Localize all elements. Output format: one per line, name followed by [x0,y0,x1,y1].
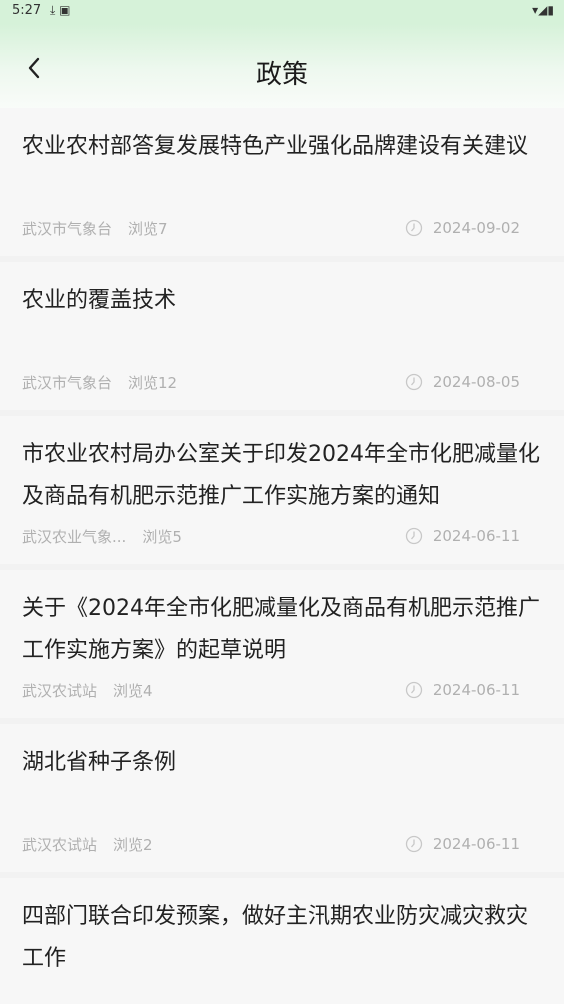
item-meta: 武汉市气象台 浏览12 2024-08-05 [22,364,542,410]
item-views: 浏览2 [113,835,153,854]
item-date: 2024-06-11 [432,835,520,853]
item-title: 市农业农村局办公室关于印发2024年全市化肥减量化及商品有机肥示范推广工作实施方… [22,442,540,509]
item-source: 武汉市气象台 [22,373,113,392]
list-item[interactable]: 湖北省种子条例 武汉农试站 浏览2 2024-06-11 [0,718,564,872]
app-bar: 政策 [0,24,564,108]
download-notification-icon: ⤓ ▣ [50,3,71,17]
item-source: 武汉农试站 [22,681,98,700]
item-views: 浏览4 [113,681,153,700]
list-item[interactable]: 农业农村部答复发展特色产业强化品牌建设有关建议 武汉市气象台 浏览7 2024-… [0,108,564,256]
item-title: 农业农村部答复发展特色产业强化品牌建设有关建议 [22,134,529,159]
item-date: 2024-06-11 [432,681,520,699]
policy-list: 农业农村部答复发展特色产业强化品牌建设有关建议 武汉市气象台 浏览7 2024-… [0,108,564,980]
item-meta: 武汉市气象台 浏览7 2024-09-02 [22,210,542,256]
signal-battery-icon: ▾◢▮ [532,3,554,17]
item-meta: 武汉农试站 浏览2 2024-06-11 [22,826,542,872]
status-bar: 5:27 ⤓ ▣ ▾◢▮ [0,0,564,24]
item-date: 2024-08-05 [432,373,520,391]
item-title: 农业的覆盖技术 [22,288,177,313]
item-meta: 武汉农业气象... 浏览5 2024-06-11 [22,518,542,564]
list-item[interactable]: 关于《2024年全市化肥减量化及商品有机肥示范推广工作实施方案》的起草说明 武汉… [0,564,564,718]
item-title: 四部门联合印发预案，做好主汛期农业防灾减灾救灾工作 [22,904,529,971]
clock-icon [405,219,422,237]
item-date-wrap: 2024-09-02 [405,219,542,237]
item-date: 2024-09-02 [432,219,520,237]
item-title: 湖北省种子条例 [22,750,177,775]
clock-icon [405,527,422,545]
clock-icon [405,373,422,391]
status-time: 5:27 [12,3,42,18]
list-item[interactable]: 四部门联合印发预案，做好主汛期农业防灾减灾救灾工作 [0,872,564,980]
list-item[interactable]: 农业的覆盖技术 武汉市气象台 浏览12 2024-08-05 [0,256,564,410]
item-source: 武汉农业气象... [22,527,127,546]
item-meta: 武汉农试站 浏览4 2024-06-11 [22,672,542,718]
item-date-wrap: 2024-06-11 [405,835,542,853]
item-views: 浏览12 [128,373,178,392]
item-views: 浏览5 [142,527,182,546]
item-views: 浏览7 [128,219,168,238]
item-source: 武汉市气象台 [22,219,113,238]
item-date: 2024-06-11 [432,527,520,545]
item-source: 武汉农试站 [22,835,98,854]
clock-icon [405,681,422,699]
page-title: 政策 [255,60,308,90]
item-date-wrap: 2024-06-11 [405,681,542,699]
item-title: 关于《2024年全市化肥减量化及商品有机肥示范推广工作实施方案》的起草说明 [22,596,540,663]
list-item[interactable]: 市农业农村局办公室关于印发2024年全市化肥减量化及商品有机肥示范推广工作实施方… [0,410,564,564]
clock-icon [405,835,422,853]
item-date-wrap: 2024-06-11 [405,527,542,545]
item-date-wrap: 2024-08-05 [405,373,542,391]
